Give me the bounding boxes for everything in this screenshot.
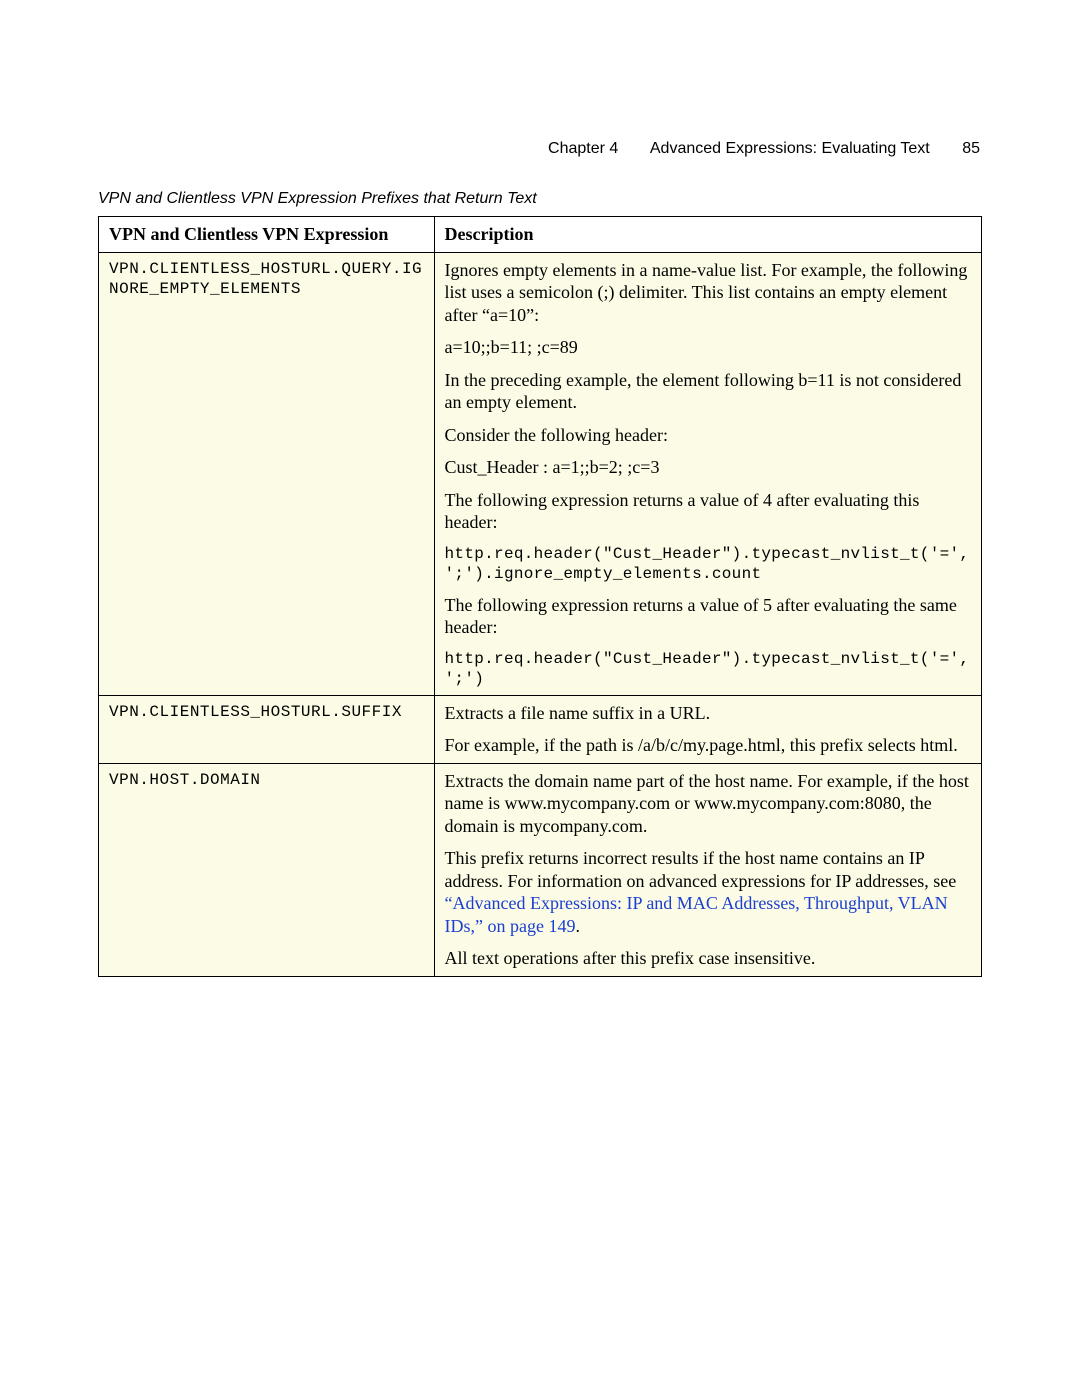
desc-code: http.req.header("Cust_Header").typecast_… [445,544,971,584]
description-cell: Extracts a file name suffix in a URL. Fo… [434,695,981,763]
desc-code: http.req.header("Cust_Header").typecast_… [445,649,971,689]
desc-paragraph: For example, if the path is /a/b/c/my.pa… [445,734,971,757]
desc-paragraph: The following expression returns a value… [445,489,971,534]
desc-paragraph: Extracts the domain name part of the hos… [445,770,971,838]
desc-paragraph: Cust_Header : a=1;;b=2; ;c=3 [445,456,971,479]
column-header-description: Description [434,217,981,253]
page: Chapter 4 Advanced Expressions: Evaluati… [0,0,1080,1037]
running-header: Chapter 4 Advanced Expressions: Evaluati… [98,140,982,158]
expression-table: VPN and Clientless VPN Expression Descri… [98,216,982,977]
table-row: VPN.HOST.DOMAIN Extracts the domain name… [99,763,982,976]
table-row: VPN.CLIENTLESS_HOSTURL.SUFFIX Extracts a… [99,695,982,763]
desc-paragraph: Consider the following header: [445,424,971,447]
column-header-expression: VPN and Clientless VPN Expression [99,217,435,253]
table-caption: VPN and Clientless VPN Expression Prefix… [98,190,982,208]
desc-paragraph: a=10;;b=11; ;c=89 [445,336,971,359]
expression-cell: VPN.CLIENTLESS_HOSTURL.SUFFIX [99,695,435,763]
cross-reference-link[interactable]: “Advanced Expressions: IP and MAC Addres… [445,893,948,936]
header-title: Advanced Expressions: Evaluating Text [650,140,930,157]
description-cell: Ignores empty elements in a name-value l… [434,252,981,695]
expression-cell: VPN.HOST.DOMAIN [99,763,435,976]
desc-paragraph: Ignores empty elements in a name-value l… [445,259,971,327]
desc-text: This prefix returns incorrect results if… [445,848,957,891]
desc-text: . [576,916,581,936]
table-header-row: VPN and Clientless VPN Expression Descri… [99,217,982,253]
description-cell: Extracts the domain name part of the hos… [434,763,981,976]
table-row: VPN.CLIENTLESS_HOSTURL.QUERY.IGNORE_EMPT… [99,252,982,695]
desc-paragraph: All text operations after this prefix ca… [445,947,971,970]
header-chapter: Chapter 4 [548,140,618,157]
desc-paragraph: The following expression returns a value… [445,594,971,639]
header-page-number: 85 [962,140,980,157]
desc-paragraph: Extracts a file name suffix in a URL. [445,702,971,725]
expression-cell: VPN.CLIENTLESS_HOSTURL.QUERY.IGNORE_EMPT… [99,252,435,695]
desc-paragraph: In the preceding example, the element fo… [445,369,971,414]
desc-paragraph: This prefix returns incorrect results if… [445,847,971,937]
